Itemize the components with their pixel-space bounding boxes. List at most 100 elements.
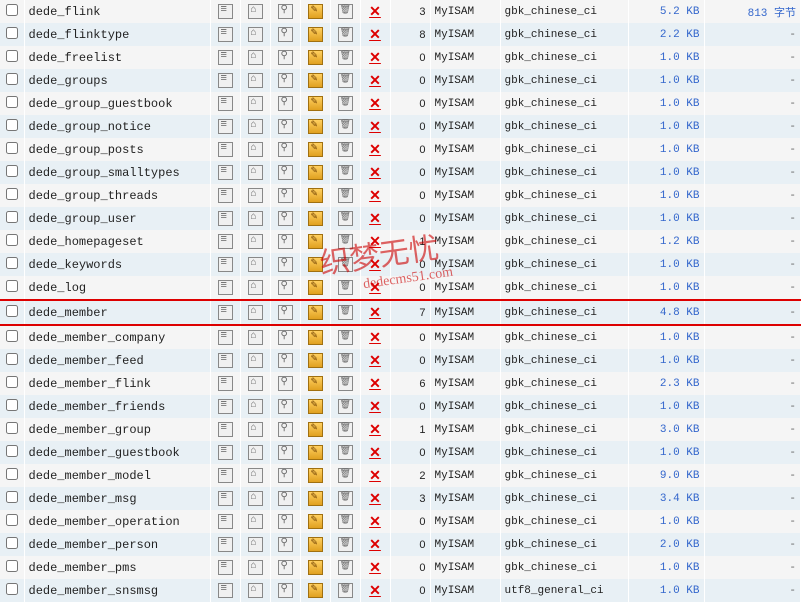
structure-icon[interactable] (248, 257, 263, 271)
row-checkbox[interactable] (6, 353, 18, 365)
structure-icon[interactable] (248, 165, 263, 179)
table-size[interactable]: 1.0 KB (660, 516, 700, 528)
row-checkbox[interactable] (6, 468, 18, 480)
empty-icon[interactable] (338, 4, 353, 18)
insert-icon[interactable] (308, 50, 323, 64)
browse-icon[interactable] (218, 4, 233, 18)
search-icon[interactable] (278, 537, 293, 551)
insert-icon[interactable] (308, 468, 323, 482)
structure-icon[interactable] (248, 376, 263, 390)
structure-icon[interactable] (248, 468, 263, 482)
table-size[interactable]: 1.0 KB (660, 144, 700, 156)
insert-icon[interactable] (308, 73, 323, 87)
browse-icon[interactable] (218, 514, 233, 528)
row-checkbox[interactable] (6, 305, 18, 317)
drop-icon[interactable]: ✕ (369, 421, 381, 437)
table-size[interactable]: 3.0 KB (660, 424, 700, 436)
search-icon[interactable] (278, 330, 293, 344)
table-size[interactable]: 1.0 KB (660, 562, 700, 574)
structure-icon[interactable] (248, 445, 263, 459)
browse-icon[interactable] (218, 305, 233, 319)
table-name-link[interactable]: dede_member_pms (29, 561, 137, 575)
insert-icon[interactable] (308, 27, 323, 41)
browse-icon[interactable] (218, 165, 233, 179)
drop-icon[interactable]: ✕ (369, 118, 381, 134)
search-icon[interactable] (278, 4, 293, 18)
search-icon[interactable] (278, 165, 293, 179)
table-size[interactable]: 1.0 KB (660, 167, 700, 179)
insert-icon[interactable] (308, 4, 323, 18)
drop-icon[interactable]: ✕ (369, 141, 381, 157)
row-checkbox[interactable] (6, 73, 18, 85)
insert-icon[interactable] (308, 96, 323, 110)
drop-icon[interactable]: ✕ (369, 26, 381, 42)
search-icon[interactable] (278, 257, 293, 271)
drop-icon[interactable]: ✕ (369, 3, 381, 19)
search-icon[interactable] (278, 50, 293, 64)
search-icon[interactable] (278, 280, 293, 294)
empty-icon[interactable] (338, 560, 353, 574)
browse-icon[interactable] (218, 234, 233, 248)
table-size[interactable]: 1.0 KB (660, 401, 700, 413)
browse-icon[interactable] (218, 142, 233, 156)
search-icon[interactable] (278, 468, 293, 482)
browse-icon[interactable] (218, 27, 233, 41)
empty-icon[interactable] (338, 188, 353, 202)
table-name-link[interactable]: dede_keywords (29, 258, 123, 272)
structure-icon[interactable] (248, 560, 263, 574)
table-size[interactable]: 1.0 KB (660, 332, 700, 344)
search-icon[interactable] (278, 73, 293, 87)
row-checkbox[interactable] (6, 560, 18, 572)
drop-icon[interactable]: ✕ (369, 398, 381, 414)
structure-icon[interactable] (248, 188, 263, 202)
search-icon[interactable] (278, 234, 293, 248)
drop-icon[interactable]: ✕ (369, 187, 381, 203)
table-size[interactable]: 1.0 KB (660, 282, 700, 294)
drop-icon[interactable]: ✕ (369, 210, 381, 226)
drop-icon[interactable]: ✕ (369, 164, 381, 180)
empty-icon[interactable] (338, 119, 353, 133)
structure-icon[interactable] (248, 399, 263, 413)
insert-icon[interactable] (308, 330, 323, 344)
empty-icon[interactable] (338, 142, 353, 156)
structure-icon[interactable] (248, 280, 263, 294)
drop-icon[interactable]: ✕ (369, 256, 381, 272)
search-icon[interactable] (278, 583, 293, 597)
table-size[interactable]: 1.0 KB (660, 190, 700, 202)
browse-icon[interactable] (218, 330, 233, 344)
drop-icon[interactable]: ✕ (369, 49, 381, 65)
structure-icon[interactable] (248, 96, 263, 110)
table-size[interactable]: 2.2 KB (660, 29, 700, 41)
structure-icon[interactable] (248, 330, 263, 344)
table-name-link[interactable]: dede_groups (29, 74, 108, 88)
browse-icon[interactable] (218, 560, 233, 574)
table-size[interactable]: 3.4 KB (660, 493, 700, 505)
structure-icon[interactable] (248, 537, 263, 551)
insert-icon[interactable] (308, 376, 323, 390)
structure-icon[interactable] (248, 50, 263, 64)
row-checkbox[interactable] (6, 445, 18, 457)
empty-icon[interactable] (338, 399, 353, 413)
empty-icon[interactable] (338, 73, 353, 87)
table-name-link[interactable]: dede_member_company (29, 331, 166, 345)
drop-icon[interactable]: ✕ (369, 329, 381, 345)
table-name-link[interactable]: dede_group_smalltypes (29, 166, 180, 180)
empty-icon[interactable] (338, 257, 353, 271)
table-size[interactable]: 1.0 KB (660, 355, 700, 367)
row-checkbox[interactable] (6, 491, 18, 503)
table-name-link[interactable]: dede_member_msg (29, 492, 137, 506)
insert-icon[interactable] (308, 560, 323, 574)
insert-icon[interactable] (308, 119, 323, 133)
empty-icon[interactable] (338, 305, 353, 319)
search-icon[interactable] (278, 445, 293, 459)
insert-icon[interactable] (308, 165, 323, 179)
row-checkbox[interactable] (6, 422, 18, 434)
table-size[interactable]: 2.3 KB (660, 378, 700, 390)
row-checkbox[interactable] (6, 96, 18, 108)
table-name-link[interactable]: dede_flinktype (29, 28, 130, 42)
empty-icon[interactable] (338, 27, 353, 41)
table-name-link[interactable]: dede_group_posts (29, 143, 144, 157)
empty-icon[interactable] (338, 491, 353, 505)
browse-icon[interactable] (218, 491, 233, 505)
row-checkbox[interactable] (6, 27, 18, 39)
